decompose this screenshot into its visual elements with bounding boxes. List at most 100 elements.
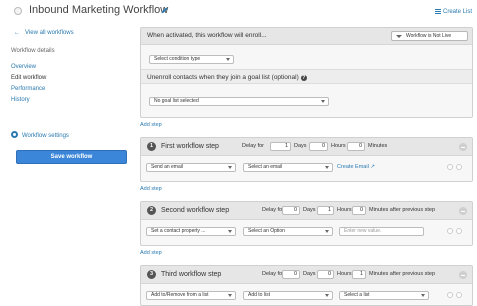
- remove-step-icon[interactable]: [459, 207, 467, 215]
- back-label: View all workflows: [25, 30, 74, 36]
- step-header: 1 First workflow step Delay for 1 Days 0…: [141, 138, 472, 156]
- hours-label: Hours: [331, 143, 346, 149]
- hours-label: Hours: [337, 207, 352, 213]
- radio-option[interactable]: [456, 292, 462, 298]
- minutes-input[interactable]: 0: [347, 142, 365, 151]
- chevron-down-icon: [421, 294, 425, 297]
- back-link[interactable]: ← View all workflows: [14, 30, 74, 36]
- list-select[interactable]: Select a list: [339, 291, 429, 300]
- minutes-input[interactable]: 1: [352, 270, 366, 279]
- edit-pencil-icon[interactable]: [160, 6, 169, 15]
- unenroll-bar: Unenroll contacts when they join a goal …: [141, 69, 472, 84]
- chevron-down-icon: [228, 230, 232, 233]
- radio-option[interactable]: [456, 164, 462, 170]
- add-step-link[interactable]: Add step: [140, 250, 162, 256]
- add-step-link[interactable]: Add step: [140, 186, 162, 192]
- list-select-label: Select a list: [344, 292, 370, 298]
- action-type-label: Send an email: [151, 164, 183, 170]
- goal-list-label: No goal list selected: [154, 98, 199, 104]
- radio-option[interactable]: [447, 292, 453, 298]
- workflow-step-2: 2 Second workflow step Delay for 0 Days …: [140, 201, 473, 246]
- add-step-link[interactable]: Add step: [140, 122, 162, 128]
- step-number: 2: [147, 206, 156, 215]
- help-icon[interactable]: ?: [300, 75, 307, 81]
- delay-label: Delay for: [262, 271, 285, 277]
- unenroll-text: Unenroll contacts when they join a goal …: [147, 74, 299, 81]
- list-action-select[interactable]: Add to list: [243, 291, 333, 300]
- sidebar-item-edit-workflow[interactable]: Edit workflow: [11, 73, 46, 84]
- step-options: [447, 292, 467, 299]
- days-label: Days: [303, 271, 316, 277]
- radio-option[interactable]: [447, 164, 453, 170]
- email-select[interactable]: Select an email: [243, 163, 333, 172]
- remove-step-icon[interactable]: [459, 271, 467, 279]
- days-input[interactable]: 1: [270, 142, 291, 151]
- save-workflow-button[interactable]: Save workflow: [16, 150, 127, 164]
- days-input[interactable]: 0: [282, 206, 300, 215]
- chevron-down-icon: [321, 100, 325, 103]
- workflow-settings-label: Workflow settings: [22, 133, 69, 139]
- sidebar-item-performance[interactable]: Performance: [11, 84, 46, 95]
- hours-input[interactable]: 1: [317, 206, 334, 215]
- create-email-label: Create Email: [337, 164, 369, 170]
- remove-step-icon[interactable]: [459, 143, 467, 151]
- days-input[interactable]: 0: [282, 270, 300, 279]
- create-email-link[interactable]: Create Email ↗: [337, 164, 375, 170]
- action-type-select[interactable]: Set a contact property ...: [146, 227, 236, 236]
- minutes-after-label: Minutes after previous step: [369, 271, 436, 277]
- enroll-text: When activated, this workflow will enrol…: [147, 32, 267, 39]
- email-select-label: Select an email: [248, 164, 283, 170]
- create-list-link[interactable]: Create List: [434, 9, 472, 15]
- chevron-down-icon: [228, 294, 232, 297]
- workflow-step-1: 1 First workflow step Delay for 1 Days 0…: [140, 137, 473, 182]
- sidebar: ← View all workflows Workflow details Ove…: [0, 26, 135, 306]
- step-header: 3 Third workflow step Delay for 0 Days 0…: [141, 266, 472, 284]
- arrow-left-icon: ←: [14, 30, 20, 36]
- sidebar-item-overview[interactable]: Overview: [11, 62, 46, 73]
- hours-input[interactable]: 0: [309, 142, 328, 151]
- chevron-down-icon: [325, 294, 329, 297]
- step-number: 3: [147, 270, 156, 279]
- minutes-after-label: Minutes after previous step: [369, 207, 436, 213]
- condition-type-label: Select condition type: [154, 56, 201, 62]
- new-value-input[interactable]: Enter new value.: [339, 227, 424, 236]
- minutes-label: Minutes: [368, 143, 388, 149]
- enroll-panel: When activated, this workflow will enrol…: [140, 27, 473, 118]
- delay-label: Delay for: [262, 207, 285, 213]
- step-header: 2 Second workflow step Delay for 0 Days …: [141, 202, 472, 220]
- page-title: Inbound Marketing Workflow: [29, 4, 169, 16]
- workflow-settings-link[interactable]: Workflow settings: [11, 131, 69, 139]
- option-select-label: Select an Option: [248, 228, 285, 234]
- header: Inbound Marketing Workflow Create List: [0, 0, 477, 26]
- list-action-label: Add to list: [248, 292, 270, 298]
- chevron-down-icon: [325, 166, 329, 169]
- action-type-select[interactable]: Add to/Remove from a list: [146, 291, 236, 300]
- days-label: Days: [303, 207, 316, 213]
- workflow-status-label: Workflow is Not Live: [406, 33, 452, 39]
- hours-input[interactable]: 0: [317, 270, 334, 279]
- step-options: [447, 164, 467, 171]
- step-title: Third workflow step: [161, 271, 222, 278]
- option-select[interactable]: Select an Option: [243, 227, 333, 236]
- sidebar-item-history[interactable]: History: [11, 95, 46, 106]
- days-label: Days: [294, 143, 307, 149]
- radio-option[interactable]: [456, 228, 462, 234]
- step-number: 1: [147, 142, 156, 151]
- condition-type-select[interactable]: Select condition type: [149, 55, 234, 64]
- workflow-status-icon: [14, 7, 22, 15]
- minutes-input[interactable]: 0: [352, 206, 366, 215]
- external-link-icon: ↗: [370, 164, 375, 170]
- action-type-select[interactable]: Send an email: [146, 163, 236, 172]
- action-type-label: Add to/Remove from a list: [151, 292, 209, 298]
- action-type-label: Set a contact property ...: [151, 228, 206, 234]
- unenroll-label: Unenroll contacts when they join a goal …: [147, 74, 307, 81]
- chevron-down-icon: [325, 230, 329, 233]
- step-title: Second workflow step: [161, 207, 230, 214]
- workflow-step-3: 3 Third workflow step Delay for 0 Days 0…: [140, 265, 473, 306]
- goal-list-select[interactable]: No goal list selected: [149, 97, 329, 106]
- workflow-status-dropdown[interactable]: Workflow is Not Live: [391, 31, 468, 41]
- chevron-down-icon: [226, 58, 230, 61]
- hours-label: Hours: [337, 271, 352, 277]
- radio-option[interactable]: [447, 228, 453, 234]
- gear-icon: [11, 131, 18, 138]
